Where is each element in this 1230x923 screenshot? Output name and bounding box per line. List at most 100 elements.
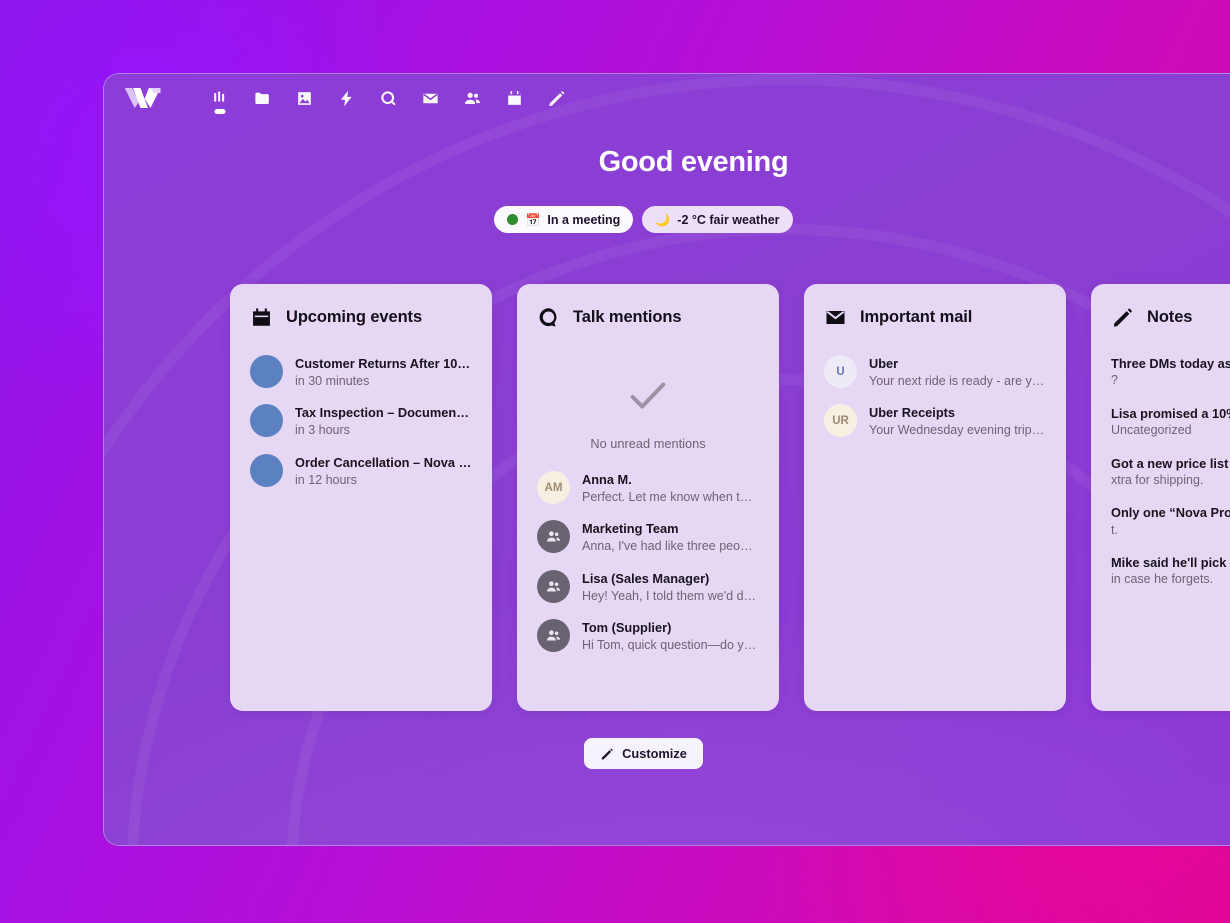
event-title: Tax Inspection – Document … <box>295 405 472 421</box>
note-row[interactable]: Got a new price list xtra for shipping. <box>1111 455 1230 490</box>
event-time: in 3 hours <box>295 423 350 438</box>
customize-button[interactable]: Customize <box>584 738 703 769</box>
widget-header: Important mail <box>824 306 1046 329</box>
mention-row[interactable]: Marketing Team Anna, I've had like three… <box>537 520 759 555</box>
nav-item-mail[interactable] <box>409 76 451 120</box>
note-row[interactable]: Only one “Nova Pro t. <box>1111 504 1230 539</box>
talk-icon <box>539 308 557 327</box>
people-icon <box>546 581 561 592</box>
empty-state-text: No unread mentions <box>590 436 706 451</box>
mail-icon <box>826 310 845 325</box>
mention-preview: Anna, I've had like three peop… <box>582 539 759 554</box>
note-sub: ? <box>1111 373 1118 388</box>
nav-item-activity[interactable] <box>325 76 367 120</box>
calendar-icon <box>507 90 521 105</box>
people-icon <box>464 92 480 104</box>
folder-icon <box>254 92 269 104</box>
status-pill-meeting[interactable]: 📅 In a meeting <box>494 206 634 233</box>
avatar: AM <box>537 471 570 504</box>
weather-pill[interactable]: 🌙 -2 °C fair weather <box>642 206 793 233</box>
nav-item-contacts[interactable] <box>451 76 493 120</box>
nav-item-calendar[interactable] <box>493 76 535 120</box>
mail-preview: Your next ride is ready - are y… <box>869 373 1045 388</box>
nav-item-files[interactable] <box>241 76 283 120</box>
note-sub: xtra for shipping. <box>1111 472 1204 487</box>
people-icon <box>546 630 561 641</box>
event-title: Order Cancellation – Nova Pro <box>295 454 472 470</box>
widget-header: Notes <box>1111 306 1230 329</box>
note-title: Mike said he'll pick <box>1111 555 1227 571</box>
search-icon <box>380 90 396 105</box>
pencil-icon <box>548 90 564 106</box>
avatar <box>537 569 570 603</box>
note-row[interactable]: Lisa promised a 10% Uncategorized <box>1111 405 1230 440</box>
avatar <box>250 453 283 487</box>
note-sub: t. <box>1111 522 1118 537</box>
mention-preview: Hi Tom, quick question—do y… <box>582 638 757 653</box>
note-row[interactable]: Mike said he'll pick in case he forgets. <box>1111 554 1230 589</box>
event-row[interactable]: Tax Inspection – Document … in 3 hours <box>250 404 472 439</box>
customize-section: Customize <box>104 738 1230 769</box>
note-sub: Uncategorized <box>1111 423 1192 438</box>
lightning-icon <box>340 90 352 106</box>
avatar <box>537 520 570 554</box>
app-logo[interactable] <box>117 81 169 115</box>
widget-header: Talk mentions <box>537 306 759 329</box>
mail-icon <box>422 93 438 103</box>
image-icon <box>297 91 311 105</box>
empty-state: No unread mentions <box>537 355 759 471</box>
note-row[interactable]: Three DMs today as ? <box>1111 355 1230 390</box>
mention-row[interactable]: Lisa (Sales Manager) Hey! Yeah, I told t… <box>537 569 759 605</box>
note-title: Got a new price list <box>1111 455 1229 471</box>
top-navigation-bar <box>104 74 1230 122</box>
avatar <box>250 404 283 438</box>
app-window: Good evening 📅 In a meeting 🌙 -2 °C fair… <box>103 73 1230 846</box>
page-title: Good evening <box>598 146 789 178</box>
mention-row[interactable]: AM Anna M. Perfect. Let me know when t… <box>537 471 759 506</box>
avatar: UR <box>824 404 857 438</box>
event-title: Customer Returns After 10 … <box>295 356 472 371</box>
event-time: in 12 hours <box>295 472 357 487</box>
mention-name: Anna M. <box>582 472 632 487</box>
widget-title: Notes <box>1147 308 1193 326</box>
nav-item-notes[interactable] <box>535 76 577 120</box>
avatar: U <box>824 355 857 388</box>
widget-title: Talk mentions <box>573 308 682 326</box>
mention-preview: Hey! Yeah, I told them we'd d… <box>582 588 757 603</box>
moon-emoji-icon: 🌙 <box>655 212 671 227</box>
nav-icon-group <box>199 76 577 120</box>
widget-important-mail: Important mail U Uber Your next ride is … <box>804 284 1066 711</box>
customize-label: Customize <box>622 746 687 761</box>
widget-title: Upcoming events <box>286 308 423 326</box>
mention-row[interactable]: Tom (Supplier) Hi Tom, quick question—do… <box>537 619 759 654</box>
avatar <box>250 355 283 388</box>
nav-item-photos[interactable] <box>283 76 325 120</box>
note-title: Lisa promised a 10% <box>1111 405 1230 421</box>
mail-row[interactable]: U Uber Your next ride is ready - are y… <box>824 355 1046 390</box>
mail-sender: Uber Receipts <box>869 405 956 421</box>
widget-title: Important mail <box>860 308 973 326</box>
dashboard-icon <box>213 90 224 102</box>
mail-sender: Uber <box>869 356 899 371</box>
widget-header: Upcoming events <box>250 306 472 329</box>
check-icon <box>630 382 666 409</box>
avatar <box>537 619 570 653</box>
greeting-section: Good evening <box>104 146 1230 179</box>
people-icon <box>546 531 561 542</box>
event-row[interactable]: Order Cancellation – Nova Pro in 12 hour… <box>250 453 472 489</box>
widget-upcoming-events: Upcoming events Customer Returns After 1… <box>230 284 492 711</box>
note-sub: in case he forgets. <box>1111 572 1214 587</box>
notes-footer: + New <box>1111 604 1230 633</box>
note-title: Three DMs today as <box>1111 356 1230 371</box>
widget-row: Upcoming events Customer Returns After 1… <box>230 284 1230 711</box>
pencil-icon <box>1113 308 1133 327</box>
mention-preview: Perfect. Let me know when t… <box>582 489 753 504</box>
nav-item-dashboard[interactable] <box>199 76 241 120</box>
note-title: Only one “Nova Pro <box>1111 505 1230 521</box>
pencil-icon <box>601 747 613 760</box>
event-row[interactable]: Customer Returns After 10 … in 30 minute… <box>250 355 472 390</box>
calendar-emoji-icon: 📅 <box>525 212 541 227</box>
mention-name: Lisa (Sales Manager) <box>582 570 710 586</box>
nav-item-search[interactable] <box>367 76 409 120</box>
mail-row[interactable]: UR Uber Receipts Your Wednesday evening … <box>824 404 1046 439</box>
